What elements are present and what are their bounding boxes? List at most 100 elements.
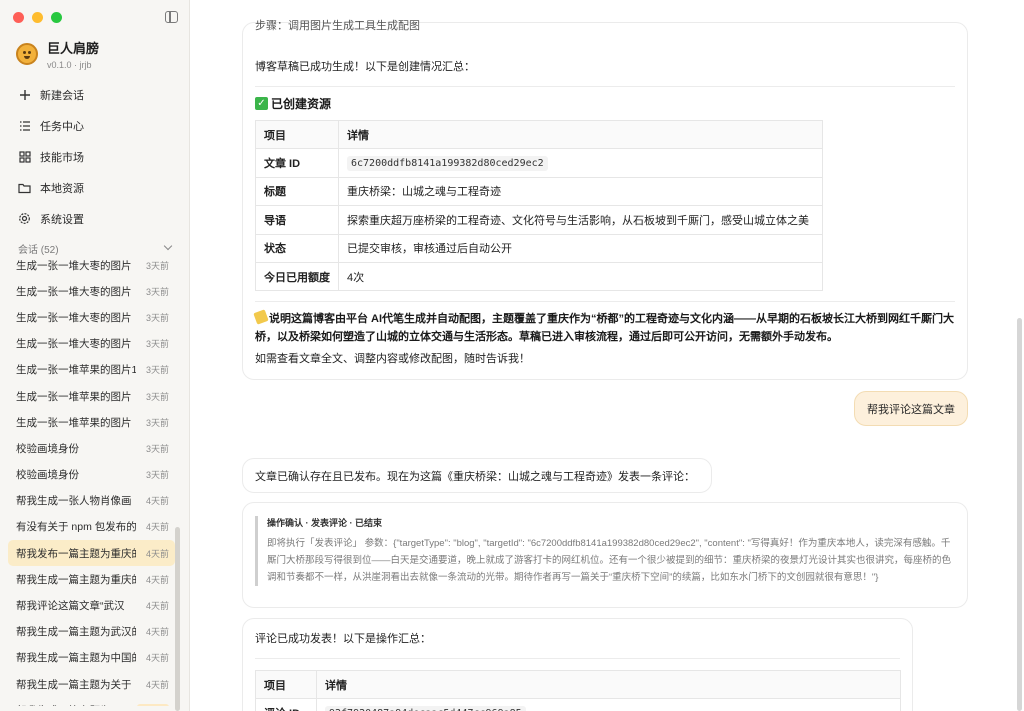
session-item[interactable]: 帮我生成一篇主题为关于 4天前 bbox=[8, 671, 175, 697]
table-row: 导语 探索重庆超万座桥梁的工程奇迹、文化符号与生活影响，从石板坡到千厮门，感受山城… bbox=[255, 205, 823, 235]
session-item[interactable]: 生成一张一堆苹果的图片 3天前 bbox=[8, 409, 175, 435]
id-code: 6c7200ddfb8141a199382d80ced29ec2 bbox=[347, 156, 548, 172]
session-title: 生成一张一堆大枣的图片 bbox=[16, 285, 132, 298]
partial-text: 步骤：调用图片生成工具生成配图 bbox=[255, 20, 420, 32]
list-icon bbox=[18, 119, 31, 132]
session-time: 3天前 bbox=[145, 443, 169, 454]
app-brand: 巨人肩膀 v0.1.0 · jrjb bbox=[16, 38, 99, 70]
memo-icon bbox=[253, 309, 269, 326]
session-time: 4天前 bbox=[145, 679, 169, 690]
session-title: 帮我生成一篇主题为关于 bbox=[16, 678, 132, 691]
chat-scrollbar[interactable] bbox=[1017, 318, 1022, 711]
table-value-cell: 探索重庆超万座桥梁的工程奇迹、文化符号与生活影响，从石板坡到千厮门，感受山城立体… bbox=[338, 205, 823, 235]
lion-logo-icon bbox=[16, 43, 38, 65]
session-item[interactable]: 帮我生成一篇主题为 进行中 bbox=[8, 697, 175, 706]
table-value-cell: 已提交审核，审核通过后自动公开 bbox=[338, 233, 823, 263]
tool-call-body: 即将执行「发表评论」 参数：{"targetType": "blog", "ta… bbox=[267, 538, 952, 583]
intro-text: 博客草稿已成功生成！以下是创建情况汇总： bbox=[255, 61, 475, 73]
nav-label: 新建会话 bbox=[40, 89, 84, 102]
divider bbox=[255, 658, 900, 659]
assistant-message-card: 步骤：调用图片生成工具生成配图 博客草稿已成功生成！以下是创建情况汇总： ✓ 已… bbox=[242, 20, 968, 380]
user-message-bubble: 帮我评论这篇文章 bbox=[854, 391, 968, 426]
session-time: 3天前 bbox=[145, 365, 169, 376]
close-window-button[interactable] bbox=[13, 12, 24, 23]
session-item[interactable]: 校验画境身份 3天前 bbox=[8, 462, 175, 488]
created-resources-heading: ✓ 已创建资源 bbox=[255, 95, 955, 112]
comment-result-text: 评论已成功发表！以下是操作汇总： bbox=[255, 633, 431, 645]
tool-call-card: 操作确认 · 发表评论 · 已结束 即将执行「发表评论」 参数：{"target… bbox=[242, 502, 968, 608]
gear-icon bbox=[18, 212, 31, 225]
session-title: 帮我发布一篇主题为重庆的 bbox=[16, 547, 136, 560]
session-item[interactable]: 生成一张一堆大枣的图片 3天前 bbox=[8, 304, 175, 330]
nav-new-session[interactable]: 新建会话 bbox=[8, 79, 181, 110]
table-key-cell: 文章 ID bbox=[255, 148, 339, 178]
session-item[interactable]: 帮我评论这篇文章“武汉 4天前 bbox=[8, 592, 175, 618]
session-title: 生成一张一堆大枣的图片 bbox=[16, 311, 132, 324]
app-version: v0.1.0 · jrjb bbox=[47, 60, 92, 70]
session-title: 帮我生成一篇主题为武汉的 bbox=[16, 626, 136, 639]
session-item[interactable]: 帮我生成一篇主题为武汉的 4天前 bbox=[8, 619, 175, 645]
table-key-cell: 状态 bbox=[255, 233, 339, 263]
session-time: 4天前 bbox=[145, 548, 169, 559]
session-time: 3天前 bbox=[145, 391, 169, 402]
session-time: 4天前 bbox=[145, 522, 169, 533]
session-item[interactable]: 生成一张一堆大枣的图片 3天前 bbox=[8, 278, 175, 304]
session-time: 3天前 bbox=[145, 260, 169, 271]
chevron-down-icon[interactable] bbox=[163, 241, 173, 251]
table-header-cell: 项目 bbox=[255, 669, 317, 700]
session-time: 4天前 bbox=[145, 601, 169, 612]
nav-local-resources[interactable]: 本地资源 bbox=[8, 172, 181, 203]
session-time: 4天前 bbox=[145, 627, 169, 638]
table-value-cell: 4次 bbox=[338, 261, 823, 292]
session-item[interactable]: 帮我生成一篇主题为中国的 4天前 bbox=[8, 645, 175, 671]
grid-icon bbox=[18, 150, 31, 163]
plus-icon bbox=[18, 88, 31, 101]
nav-label: 任务中心 bbox=[40, 120, 84, 133]
nav-label: 系统设置 bbox=[40, 213, 84, 226]
session-item[interactable]: 生成一张一堆苹果的图片1 3天前 bbox=[8, 357, 175, 383]
summary-note-text: 说明这篇博客由平台 AI代笔生成并自动配图，主题覆盖了重庆作为“桥都”的工程奇迹… bbox=[255, 313, 955, 344]
comment-table: 项目 详情 评论 ID 92f7920487a94decaac5d447cc969… bbox=[255, 669, 901, 711]
session-title: 有没有关于 npm 包发布的 bbox=[16, 521, 136, 534]
nav-task-center[interactable]: 任务中心 bbox=[8, 110, 181, 141]
session-item[interactable]: 有没有关于 npm 包发布的 4天前 bbox=[8, 514, 175, 540]
session-title: 生成一张一堆苹果的图片 bbox=[16, 416, 132, 429]
id-code: 92f7920487a94decaac5d447cc969a85 bbox=[325, 706, 526, 711]
maximize-window-button[interactable] bbox=[51, 12, 62, 23]
session-time: 3天前 bbox=[145, 339, 169, 350]
table-header-cell: 项目 bbox=[255, 119, 339, 150]
nav-label: 本地资源 bbox=[40, 182, 84, 195]
session-item[interactable]: 帮我生成一篇主题为重庆的 4天前 bbox=[8, 566, 175, 592]
session-item[interactable]: 生成一张一堆大枣的图片 3天前 bbox=[8, 331, 175, 357]
session-item[interactable]: 校验画境身份 3天前 bbox=[8, 435, 175, 461]
assistant-result-card: 评论已成功发表！以下是操作汇总： 项目 详情 评论 ID 92f7920487a9… bbox=[242, 618, 913, 711]
table-key-cell: 标题 bbox=[255, 176, 339, 207]
assistant-short-message: 文章已确认存在且已发布。现在为这篇《重庆桥梁：山城之魂与工程奇迹》发表一条评论： bbox=[242, 458, 712, 493]
tool-call-header: 操作确认 · 发表评论 · 已结束 bbox=[267, 518, 382, 528]
session-item[interactable]: 生成一张一堆大枣的图片 3天前 bbox=[8, 252, 175, 278]
session-time: 4天前 bbox=[145, 653, 169, 664]
table-header-cell: 详情 bbox=[316, 669, 901, 700]
nav-settings[interactable]: 系统设置 bbox=[8, 203, 181, 234]
session-time: 3天前 bbox=[145, 417, 169, 428]
divider bbox=[255, 86, 955, 87]
minimize-window-button[interactable] bbox=[32, 12, 43, 23]
table-value-cell: 92f7920487a94decaac5d447cc969a85 bbox=[316, 698, 901, 711]
session-title: 校验画境身份 bbox=[16, 469, 79, 482]
session-title: 帮我生成一张人物肖像画 bbox=[16, 495, 132, 508]
session-title: 校验画境身份 bbox=[16, 442, 79, 455]
table-row: 状态 已提交审核，审核通过后自动公开 bbox=[255, 233, 823, 263]
toggle-sidebar-icon[interactable] bbox=[165, 11, 178, 23]
session-time: 3天前 bbox=[145, 312, 169, 323]
session-item[interactable]: 帮我发布一篇主题为重庆的 4天前 bbox=[8, 540, 175, 567]
followup-text: 如需查看文章全文、调整内容或修改配图，随时告诉我！ bbox=[255, 353, 530, 366]
table-key-cell: 评论 ID bbox=[255, 698, 317, 711]
table-row: 标题 重庆桥梁：山城之魂与工程奇迹 bbox=[255, 176, 823, 207]
session-title: 帮我生成一篇主题为 bbox=[16, 703, 111, 706]
session-title: 生成一张一堆苹果的图片 bbox=[16, 390, 132, 403]
session-item[interactable]: 帮我生成一张人物肖像画 4天前 bbox=[8, 488, 175, 514]
sidebar-scrollbar[interactable] bbox=[175, 527, 180, 711]
nav-skill-market[interactable]: 技能市场 bbox=[8, 141, 181, 172]
session-list: 生成一张一堆大枣的图片 3天前 生成一张一堆大枣的图片 3天前 生成一张一堆大枣的图片 3… bbox=[8, 252, 175, 706]
session-item[interactable]: 生成一张一堆苹果的图片 3天前 bbox=[8, 383, 175, 409]
